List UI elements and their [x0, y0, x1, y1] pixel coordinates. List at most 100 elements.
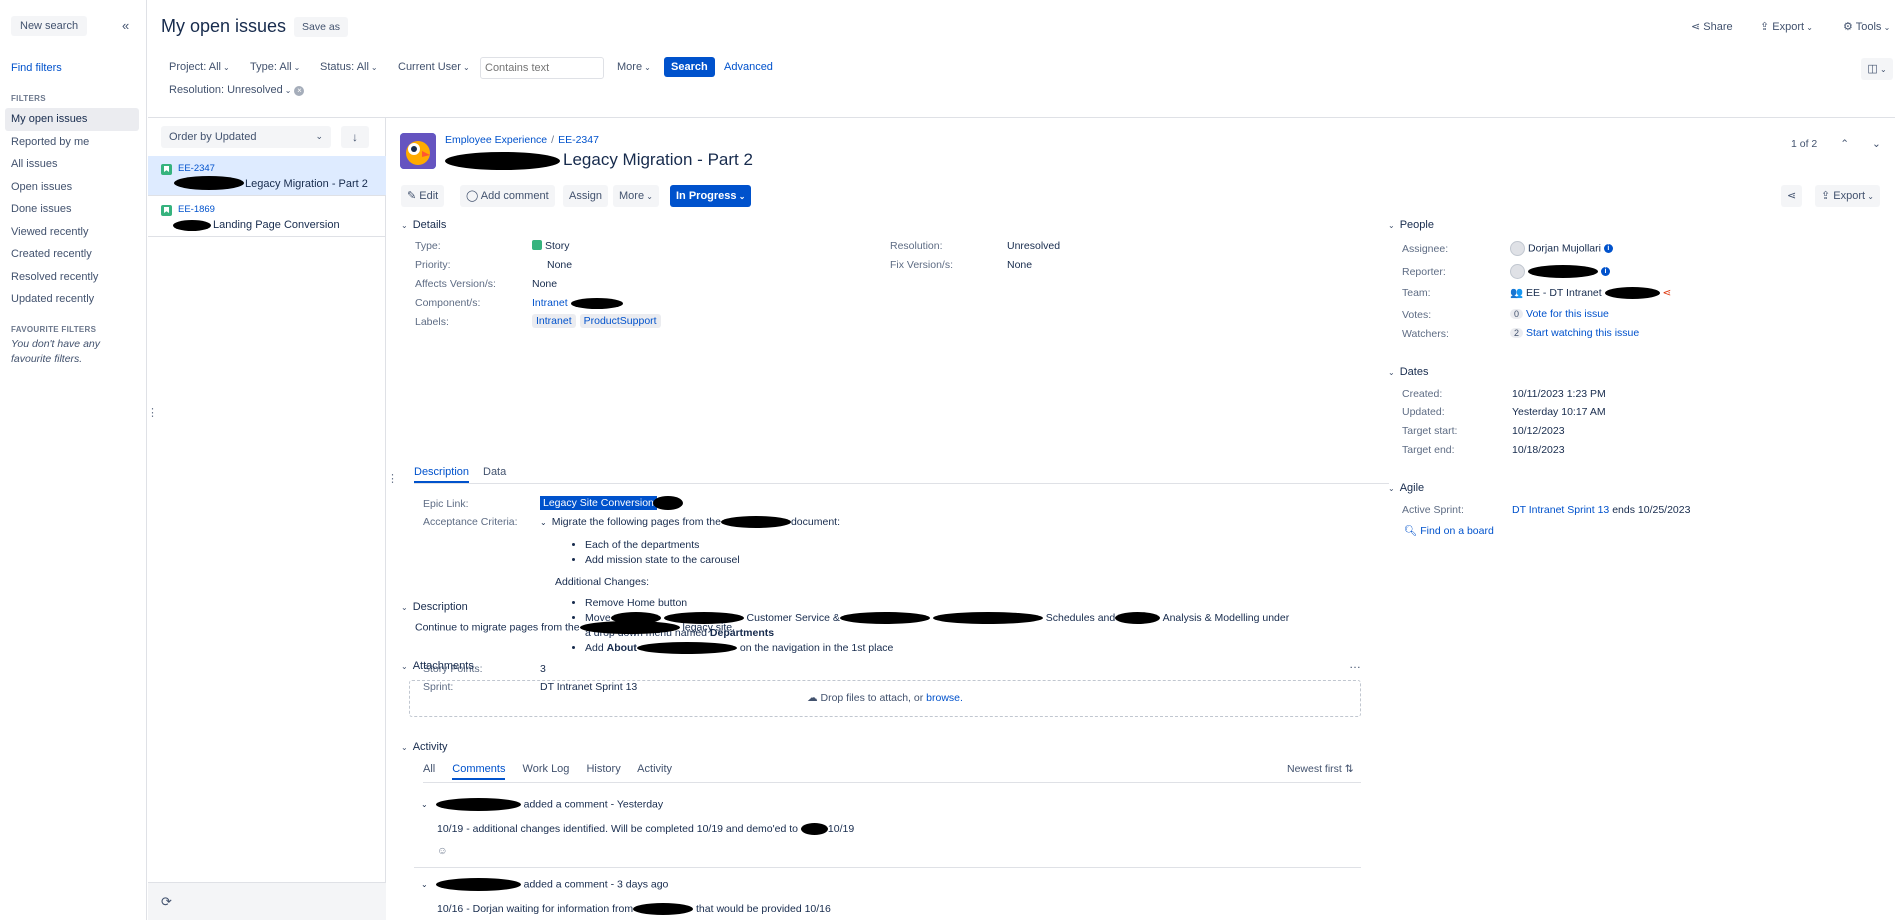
- filter-all-issues[interactable]: All issues: [5, 153, 139, 176]
- issue-title: Legacy Migration - Part 2: [445, 150, 753, 170]
- label-tag[interactable]: Intranet: [532, 314, 576, 328]
- contains-text-input[interactable]: [480, 57, 604, 79]
- edit-button[interactable]: ✎ Edit: [401, 185, 445, 207]
- vote-link[interactable]: Vote for this issue: [1526, 308, 1609, 320]
- attachment-dropzone[interactable]: ☁ Drop files to attach, or browse.: [409, 680, 1361, 717]
- label-tag[interactable]: ProductSupport: [579, 314, 661, 328]
- chevron-down-icon[interactable]: ⌄: [1872, 138, 1881, 150]
- component-value: Intranet: [532, 297, 623, 309]
- project-criteria[interactable]: Project: All ⌄: [169, 61, 230, 73]
- info-icon[interactable]: i: [1600, 267, 1610, 276]
- type-label: Type:: [415, 240, 441, 252]
- reaction-icon[interactable]: ☺: [437, 845, 448, 857]
- share-button[interactable]: ⋖ Share: [1691, 20, 1733, 33]
- issue-export-menu[interactable]: ⇪ Export ⌄: [1815, 185, 1881, 207]
- collapse-sidebar-icon[interactable]: «: [122, 18, 129, 33]
- search-button[interactable]: Search: [664, 57, 715, 77]
- search-header: My open issues Save as ⋖ Share ⇪ Export …: [148, 0, 1895, 118]
- tab-history[interactable]: History: [586, 763, 620, 775]
- description-section-heading[interactable]: ⌄ Description: [401, 601, 468, 613]
- tools-menu[interactable]: ⚙ Tools ⌄: [1843, 20, 1890, 33]
- sort-order-button[interactable]: Newest first ⇅: [1287, 763, 1354, 775]
- tab-activity[interactable]: Activity: [637, 763, 672, 775]
- more-actions-button[interactable]: More ⌄: [613, 185, 659, 207]
- filter-done-issues[interactable]: Done issues: [5, 198, 139, 221]
- new-search-button[interactable]: New search: [11, 16, 88, 36]
- details-heading[interactable]: ⌄ Details: [401, 219, 446, 231]
- issue-summary: Legacy Migration - Part 2: [245, 178, 368, 190]
- filter-my-open-issues[interactable]: My open issues: [5, 108, 139, 131]
- redacted-block: [579, 621, 680, 634]
- user-criteria[interactable]: Current User ⌄: [398, 61, 470, 73]
- redacted-block: [1528, 265, 1598, 278]
- redacted-block: [445, 151, 560, 170]
- more-options-icon[interactable]: …: [1349, 657, 1361, 671]
- tab-work-log[interactable]: Work Log: [523, 763, 570, 775]
- sort-direction-button[interactable]: ↓: [341, 126, 369, 148]
- status-transition-button[interactable]: In Progress ⌄: [670, 185, 752, 207]
- updated-value: Yesterday 10:17 AM: [1512, 406, 1606, 418]
- tab-comments[interactable]: Comments: [452, 763, 506, 780]
- gear-icon: ⚙: [1843, 21, 1856, 33]
- acceptance-criteria-value: ⌄ Migrate the following pages from the doc…: [540, 515, 1370, 656]
- issue-pager: 1 of 2 ⌃ ⌄: [1791, 138, 1881, 150]
- list-item[interactable]: EE-2347 Legacy Migration - Part 2: [148, 156, 386, 196]
- activity-heading[interactable]: ⌄ Activity: [401, 741, 448, 753]
- attachments-heading[interactable]: ⌄ Attachments: [401, 660, 474, 672]
- comment-body: 10/16 - Dorjan waiting for information f…: [437, 903, 831, 916]
- layout-switcher-button[interactable]: ◫ ⌄: [1861, 58, 1893, 80]
- filter-open-issues[interactable]: Open issues: [5, 176, 139, 199]
- chevron-down-icon[interactable]: ⌄: [540, 518, 547, 527]
- assignee-value[interactable]: Dorjan Mujollari i: [1510, 241, 1613, 256]
- browse-link[interactable]: browse.: [926, 692, 963, 704]
- people-heading[interactable]: ⌄ People: [1388, 219, 1434, 231]
- agile-heading[interactable]: ⌄ Agile: [1388, 482, 1424, 494]
- filter-created-recently[interactable]: Created recently: [5, 243, 139, 266]
- assign-button[interactable]: Assign: [563, 185, 609, 207]
- add-comment-button[interactable]: ◯ Add comment: [460, 185, 555, 207]
- chevron-down-icon[interactable]: ⌄: [421, 800, 428, 809]
- tab-all[interactable]: All: [423, 763, 435, 775]
- tab-description[interactable]: Description: [414, 466, 470, 483]
- filter-updated-recently[interactable]: Updated recently: [5, 288, 139, 311]
- breadcrumb-issue-key[interactable]: EE-2347: [558, 134, 599, 146]
- issue-key[interactable]: EE-1869: [178, 204, 215, 215]
- pager-text: 1 of 2: [1791, 138, 1818, 150]
- chevron-down-icon: ⌄: [401, 662, 408, 671]
- more-criteria[interactable]: More ⌄: [617, 61, 651, 73]
- tab-data[interactable]: Data: [483, 466, 506, 478]
- export-menu[interactable]: ⇪ Export ⌄: [1760, 20, 1813, 33]
- dates-heading[interactable]: ⌄ Dates: [1388, 366, 1428, 378]
- chevron-up-icon[interactable]: ⌃: [1840, 138, 1849, 150]
- filter-reported-by-me[interactable]: Reported by me: [5, 131, 139, 154]
- reporter-value[interactable]: i: [1510, 264, 1610, 279]
- team-value[interactable]: 👥 EE - DT Intranet ⋖: [1510, 286, 1672, 300]
- arrow-down-icon: ↓: [352, 130, 358, 144]
- component-link[interactable]: Intranet: [532, 297, 568, 309]
- filter-resolved-recently[interactable]: Resolved recently: [5, 266, 139, 289]
- breadcrumb-project-link[interactable]: Employee Experience: [445, 134, 547, 146]
- share-issue-button[interactable]: ⋖: [1781, 185, 1803, 207]
- save-as-button[interactable]: Save as: [294, 17, 348, 37]
- find-filters-link[interactable]: Find filters: [11, 62, 62, 74]
- resolution-criteria[interactable]: Resolution: Unresolved ⌄ ×: [169, 84, 305, 96]
- order-by-select[interactable]: Order by Updated ⌄: [161, 126, 331, 148]
- watch-link[interactable]: Start watching this issue: [1526, 327, 1639, 339]
- refresh-icon[interactable]: ⟳: [161, 894, 172, 910]
- sprint-link[interactable]: DT Intranet Sprint 13: [1512, 504, 1609, 516]
- fix-version-value: None: [1007, 259, 1033, 271]
- epic-link-value[interactable]: Legacy Site Conversion: [540, 495, 683, 510]
- filter-viewed-recently[interactable]: Viewed recently: [5, 221, 139, 244]
- status-criteria[interactable]: Status: All ⌄: [320, 61, 378, 73]
- list-item[interactable]: EE-1869 Landing Page Conversion: [148, 197, 386, 237]
- info-icon[interactable]: i: [1603, 244, 1613, 253]
- list-footer: ⟳: [148, 882, 386, 920]
- advanced-search-link[interactable]: Advanced: [724, 61, 773, 73]
- issue-key[interactable]: EE-2347: [178, 163, 215, 174]
- watchers-label: Watchers:: [1402, 328, 1449, 340]
- share-icon[interactable]: ⋖: [1663, 287, 1672, 299]
- type-criteria[interactable]: Type: All ⌄: [250, 61, 300, 73]
- find-on-board-link[interactable]: 🔍︎ Find on a board: [1404, 524, 1494, 537]
- clear-criteria-icon[interactable]: ×: [294, 86, 305, 96]
- chevron-down-icon[interactable]: ⌄: [421, 880, 428, 889]
